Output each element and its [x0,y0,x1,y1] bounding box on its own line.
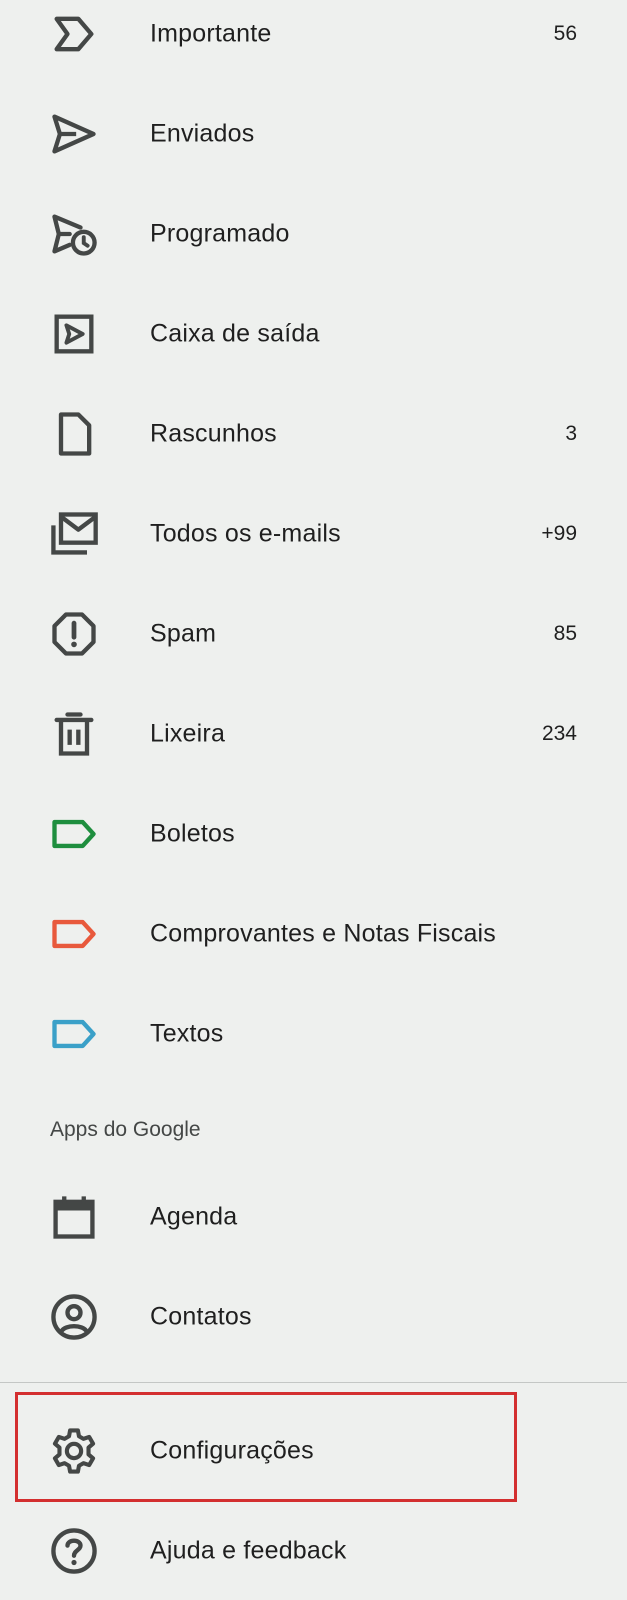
draft-icon [48,408,100,460]
nav-item-textos[interactable]: Textos [0,994,627,1074]
label-icon-orange [48,908,100,960]
send-icon [48,108,100,160]
nav-item-label: Contatos [150,1302,252,1331]
calendar-icon [48,1191,100,1243]
nav-item-agenda[interactable]: Agenda [0,1177,627,1257]
nav-item-todos-os-emails[interactable]: Todos os e-mails +99 [0,494,627,574]
nav-item-programado[interactable]: Programado [0,194,627,274]
spam-icon [48,608,100,660]
scheduled-send-icon [48,208,100,260]
contacts-icon [48,1291,100,1343]
nav-item-label: Ajuda e feedback [150,1536,347,1565]
outbox-icon [48,308,100,360]
nav-item-label: Programado [150,219,290,248]
nav-item-label: Boletos [150,819,235,848]
important-icon [48,8,100,60]
nav-item-caixa-de-saida[interactable]: Caixa de saída [0,294,627,374]
nav-item-label: Lixeira [150,719,226,748]
nav-item-label: Comprovantes e Notas Fiscais [150,919,497,948]
nav-item-label: Agenda [150,1202,238,1231]
unread-count: 3 [565,422,577,445]
trash-icon [48,708,100,760]
nav-item-contatos[interactable]: Contatos [0,1277,627,1357]
nav-item-importante[interactable]: Importante 56 [0,0,627,74]
all-mail-icon [48,508,100,560]
help-icon [48,1525,100,1577]
nav-item-label: Enviados [150,119,255,148]
highlight-box [15,1392,517,1502]
label-icon-blue [48,1008,100,1060]
unread-count: +99 [541,522,577,545]
nav-item-spam[interactable]: Spam 85 [0,594,627,674]
navigation-drawer: Importante 56 Enviados Programado Caixa … [0,0,627,1600]
nav-item-ajuda[interactable]: Ajuda e feedback [0,1511,627,1591]
divider [0,1382,627,1383]
label-icon-green [48,808,100,860]
nav-item-rascunhos[interactable]: Rascunhos 3 [0,394,627,474]
nav-item-boletos[interactable]: Boletos [0,794,627,874]
unread-count: 234 [541,722,577,745]
nav-item-label: Caixa de saída [150,319,320,348]
nav-item-label: Todos os e-mails [150,519,341,548]
nav-item-lixeira[interactable]: Lixeira 234 [0,694,627,774]
unread-count: 85 [553,622,577,645]
nav-item-comprovantes[interactable]: Comprovantes e Notas Fiscais [0,894,627,974]
nav-item-label: Importante [150,19,272,48]
nav-item-label: Textos [150,1019,224,1048]
nav-item-enviados[interactable]: Enviados [0,94,627,174]
unread-count: 56 [553,22,577,45]
section-header-apps: Apps do Google [50,1118,201,1141]
nav-item-label: Spam [150,619,217,648]
nav-item-label: Rascunhos [150,419,277,448]
